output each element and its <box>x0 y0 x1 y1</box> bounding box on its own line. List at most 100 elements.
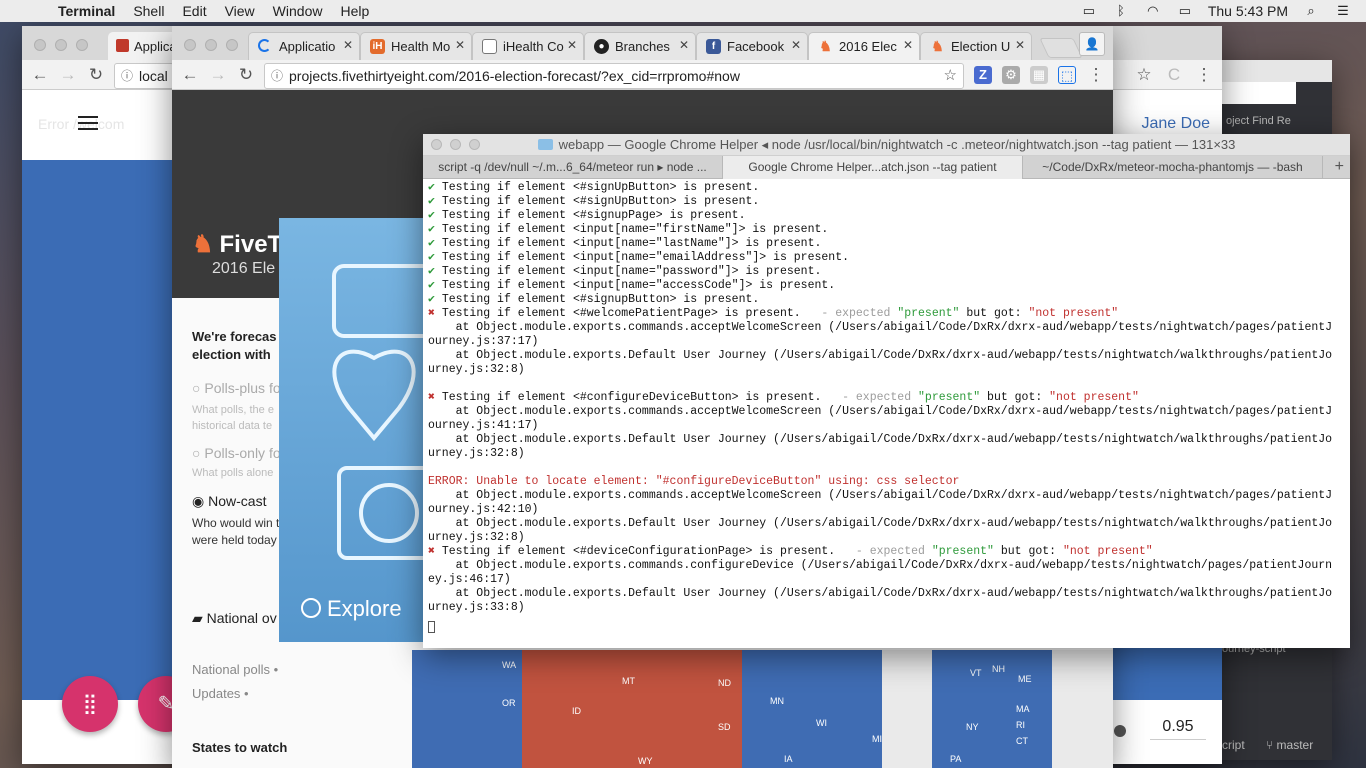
menu-help[interactable]: Help <box>340 3 369 19</box>
terminal-line: at Object.module.exports.commands.config… <box>428 559 1348 573</box>
zoom-button[interactable] <box>226 39 238 51</box>
terminal-tab-nightwatch[interactable]: Google Chrome Helper...atch.json --tag p… <box>723 156 1023 179</box>
close-tab-icon[interactable]: ✕ <box>455 38 465 52</box>
terminal-line: ourney.js:42:10) <box>428 503 1348 517</box>
bluetooth-icon[interactable]: ᛒ <box>1112 4 1130 18</box>
map-region-midwest[interactable] <box>742 650 882 768</box>
close-tab-icon[interactable]: ✕ <box>679 38 689 52</box>
zoom-button[interactable] <box>76 39 88 51</box>
reload-icon[interactable]: ↻ <box>236 65 256 85</box>
close-button[interactable] <box>34 39 46 51</box>
extension-icon[interactable]: ⚙ <box>1002 66 1020 84</box>
branch-label[interactable]: ⑂ master <box>1266 738 1313 752</box>
apps-fab-button[interactable]: ⣿ <box>62 676 118 732</box>
facebook-icon: f <box>706 39 721 54</box>
updates-link[interactable]: Updates • <box>192 686 249 701</box>
close-tab-icon[interactable]: ✕ <box>343 38 353 52</box>
minimize-button[interactable] <box>205 39 217 51</box>
extension-icon[interactable]: ▦ <box>1030 66 1048 84</box>
search-icon[interactable]: ⌕ <box>1302 4 1320 18</box>
fox-icon: ♞ <box>819 38 832 54</box>
back-address-bar[interactable]: ⓘ local <box>114 63 174 89</box>
hamburger-menu-icon[interactable] <box>78 116 98 134</box>
zoom-button[interactable] <box>469 139 480 150</box>
git-client-search[interactable] <box>1220 82 1296 104</box>
tab-branches[interactable]: ● Branches ✕ <box>584 32 696 60</box>
extension-icon[interactable]: C <box>1164 65 1184 85</box>
tab-facebook[interactable]: f Facebook ✕ <box>696 32 808 60</box>
error-text: ERROR: Unable to locate element: "#confi… <box>428 475 960 488</box>
reload-icon[interactable]: ↻ <box>86 65 106 85</box>
bookmark-star-icon[interactable]: ☆ <box>944 64 957 88</box>
terminal-output[interactable]: ✔ Testing if element <#signUpButton> is … <box>428 181 1348 646</box>
national-overview-link[interactable]: ▰ National ov <box>192 610 277 627</box>
promo-ad[interactable]: Explore <box>279 218 424 642</box>
close-button[interactable] <box>184 39 196 51</box>
new-tab-button[interactable] <box>1039 38 1083 58</box>
menu-view[interactable]: View <box>225 3 255 19</box>
state-label: NH <box>992 664 1005 674</box>
map-region-mountain[interactable] <box>522 650 742 768</box>
slider-value[interactable]: 0.95 <box>1150 718 1206 740</box>
state-label: RI <box>1016 720 1025 730</box>
tab-ihealth-co[interactable]: iHealth Co ✕ <box>472 32 584 60</box>
bookmark-star-icon[interactable]: ☆ <box>1134 65 1154 85</box>
new-terminal-tab-button[interactable]: + <box>1335 156 1344 178</box>
states-to-watch-heading: States to watch <box>192 740 288 755</box>
menu-edit[interactable]: Edit <box>182 3 206 19</box>
terminal-line: ✖ Testing if element <#deviceConfigurati… <box>428 545 1348 559</box>
close-tab-icon[interactable]: ✕ <box>567 38 577 52</box>
address-bar[interactable]: ⓘ projects.fivethirtyeight.com/2016-elect… <box>264 63 964 89</box>
line-text: Testing if element <input[name="lastName… <box>441 237 822 250</box>
close-tab-icon[interactable]: ✕ <box>791 38 801 52</box>
github-icon: ● <box>594 39 609 54</box>
menu-shell[interactable]: Shell <box>133 3 164 19</box>
back-arrow-icon[interactable]: ← <box>180 65 200 85</box>
line-text: Testing if element <input[name="emailAdd… <box>441 251 849 264</box>
terminal-tab-bash[interactable]: ~/Code/DxRx/meteor-mocha-phantomjs — -ba… <box>1023 156 1323 179</box>
option-polls-only[interactable]: ○ Polls-only fo <box>192 445 281 461</box>
profile-icon[interactable]: 👤 <box>1079 32 1105 56</box>
document-icon <box>482 39 497 54</box>
national-polls-link[interactable]: National polls • <box>192 662 278 677</box>
line-text: Testing if element <input[name="firstNam… <box>441 223 829 236</box>
back-window-controls <box>34 39 88 51</box>
tab-health-mo[interactable]: iH Health Mo ✕ <box>360 32 472 60</box>
election-toolbar: ← → ↻ ⓘ projects.fivethirtyeight.com/2016… <box>172 60 1113 90</box>
close-button[interactable] <box>431 139 442 150</box>
minimize-button[interactable] <box>450 139 461 150</box>
wifi-icon[interactable]: ◠ <box>1144 4 1162 18</box>
forward-arrow-icon[interactable]: → <box>208 65 228 85</box>
tab-2016-election[interactable]: ♞ 2016 Elec ✕ <box>808 32 920 60</box>
menubar-clock[interactable]: Thu 5:43 PM <box>1208 3 1288 19</box>
airplay-icon[interactable]: ▭ <box>1080 4 1098 18</box>
screenshot-extension-icon[interactable]: ⬚ <box>1058 66 1076 84</box>
menu-kebab-icon[interactable]: ⋮ <box>1194 65 1214 85</box>
site-logo[interactable]: ♞ FiveT <box>192 230 282 259</box>
slider-handle[interactable] <box>1114 725 1126 737</box>
menu-kebab-icon[interactable]: ⋮ <box>1086 65 1106 85</box>
user-name[interactable]: Jane Doe <box>1142 115 1211 133</box>
got-value: "not present" <box>1049 391 1139 404</box>
close-tab-icon[interactable]: ✕ <box>903 38 913 52</box>
menu-app-name[interactable]: Terminal <box>58 3 115 19</box>
explore-button[interactable]: Explore <box>301 596 402 622</box>
option-polls-plus[interactable]: ○ Polls-plus fo <box>192 380 281 396</box>
check-icon: ✔ <box>428 237 442 250</box>
terminal-tab-meteor[interactable]: script -q /dev/null ~/.m...6_64/meteor r… <box>423 156 723 179</box>
tab-applicatio[interactable]: Applicatio ✕ <box>248 32 360 60</box>
line-text: at Object.module.exports.commands.accept… <box>428 489 1333 502</box>
zotero-extension-icon[interactable]: Z <box>974 66 992 84</box>
forward-arrow-icon[interactable]: → <box>58 65 78 85</box>
us-electoral-map[interactable]: WA MT ND OR ID SD WY MN WI MI IA NY PA V… <box>412 650 1113 768</box>
notification-center-icon[interactable]: ☰ <box>1334 4 1352 18</box>
back-arrow-icon[interactable]: ← <box>30 65 50 85</box>
minimize-button[interactable] <box>55 39 67 51</box>
line-text: Testing if element <input[name="accessCo… <box>441 279 836 292</box>
terminal-line: urney.js:33:8) <box>428 601 1348 615</box>
menu-window[interactable]: Window <box>273 3 323 19</box>
tab-election-u[interactable]: ♞ Election U ✕ <box>920 32 1032 60</box>
option-now-cast[interactable]: ◉ Now-cast <box>192 493 266 510</box>
close-tab-icon[interactable]: ✕ <box>1015 38 1025 52</box>
battery-icon[interactable]: ▭ <box>1176 4 1194 18</box>
